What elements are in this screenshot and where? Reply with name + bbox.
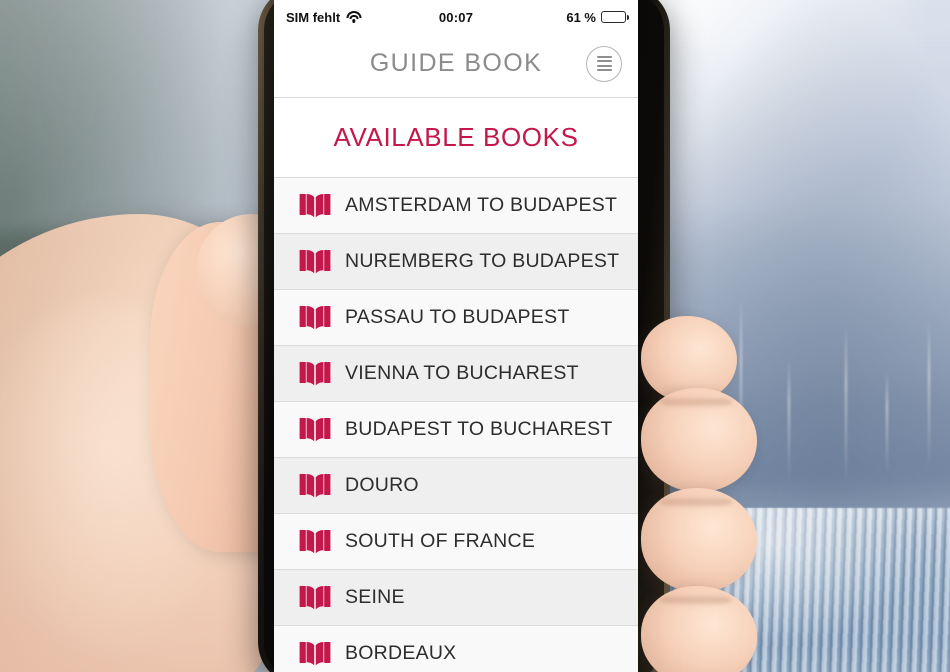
book-title-label: NUREMBERG TO BUDAPEST [345,250,620,272]
open-book-icon [299,473,331,497]
open-book-icon [299,529,331,553]
finger-crease-3 [660,594,732,606]
open-book-icon [299,641,331,665]
book-title-label: PASSAU TO BUDAPEST [345,306,570,328]
finger-crease-1 [660,396,732,408]
book-list-item[interactable]: AMSTERDAM TO BUDAPEST [274,178,638,234]
book-list-item[interactable]: SEINE [274,570,638,626]
finger-crease-2 [660,496,732,508]
battery-icon [601,11,630,23]
open-book-icon [299,193,331,217]
open-book-icon [299,585,331,609]
book-list: AMSTERDAM TO BUDAPEST NUREMBERG TO BUDAPE… [274,178,638,672]
page-title: GUIDE BOOK [369,49,543,77]
book-list-item[interactable]: SOUTH OF FRANCE [274,514,638,570]
book-title-label: SEINE [345,586,405,608]
section-header: AVAILABLE BOOKS [274,98,638,178]
battery-percent-label: 61 % [566,9,596,25]
hamburger-menu-icon[interactable] [586,45,622,82]
open-book-icon [299,361,331,385]
book-list-item[interactable]: DOURO [274,458,638,514]
open-book-icon [299,249,331,273]
book-title-label: VIENNA TO BUCHAREST [345,362,579,384]
nav-bar: GUIDE BOOK [274,30,638,98]
phone-screen: SIM fehlt 00:07 61 % GUIDE BOOK AVAILABL [274,0,638,672]
book-list-item[interactable]: BUDAPEST TO BUCHAREST [274,402,638,458]
status-bar-left: SIM fehlt [286,10,439,25]
book-list-item[interactable]: PASSAU TO BUDAPEST [274,290,638,346]
book-title-label: BUDAPEST TO BUCHAREST [345,418,613,440]
book-title-label: SOUTH OF FRANCE [345,530,536,552]
book-title-label: AMSTERDAM TO BUDAPEST [345,194,618,216]
carrier-label: SIM fehlt [286,9,341,25]
open-book-icon [299,417,331,441]
book-title-label: DOURO [345,474,419,496]
scene: SIM fehlt 00:07 61 % GUIDE BOOK AVAILABL [0,0,950,672]
clock-label: 00:07 [438,9,474,25]
section-heading-label: AVAILABLE BOOKS [333,122,579,152]
status-bar-right: 61 % [473,9,630,25]
book-list-item[interactable]: NUREMBERG TO BUDAPEST [274,234,638,290]
open-book-icon [299,305,331,329]
status-bar: SIM fehlt 00:07 61 % [274,0,638,30]
book-list-item[interactable]: VIENNA TO BUCHAREST [274,346,638,402]
book-title-label: BORDEAUX [345,642,457,664]
wifi-icon [346,11,362,23]
book-list-item[interactable]: BORDEAUX [274,626,638,672]
